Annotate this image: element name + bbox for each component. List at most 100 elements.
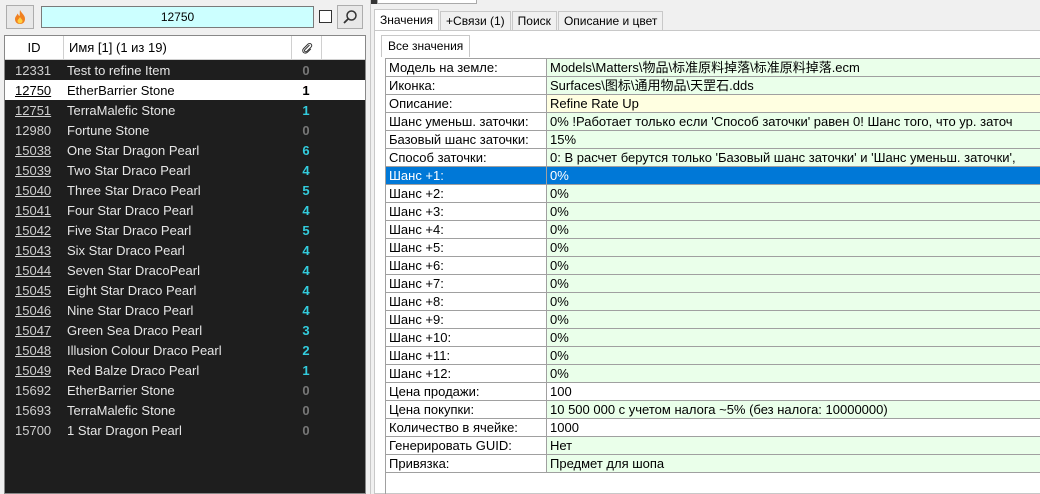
column-id[interactable]: ID [5, 40, 63, 55]
property-value[interactable]: 1000 [547, 419, 1040, 437]
list-item[interactable]: 15693 TerraMalefic Stone 0 [5, 400, 365, 420]
tab-values[interactable]: Значения [374, 9, 440, 31]
property-row[interactable]: Шанс +3: 0% [386, 203, 1040, 221]
list-item[interactable]: 15700 1 Star Dragon Pearl 0 [5, 420, 365, 440]
list-item[interactable]: 15038 One Star Dragon Pearl 6 [5, 140, 365, 160]
list-item[interactable]: 12751 TerraMalefic Stone 1 [5, 100, 365, 120]
property-row[interactable]: Шанс +12: 0% [386, 365, 1040, 383]
property-key: Шанс +6: [386, 257, 547, 275]
property-row[interactable]: Шанс +7: 0% [386, 275, 1040, 293]
item-name: Five Star Draco Pearl [67, 222, 192, 238]
property-row[interactable]: Шанс +11: 0% [386, 347, 1040, 365]
list-item[interactable]: 15046 Nine Star Draco Pearl 4 [5, 300, 365, 320]
search-icon [343, 10, 357, 24]
property-value[interactable]: 0% [547, 311, 1040, 329]
property-key: Шанс +5: [386, 239, 547, 257]
item-id: 12750 [15, 82, 52, 98]
filter-checkbox[interactable] [319, 10, 332, 23]
property-value[interactable]: 0% [547, 347, 1040, 365]
property-value[interactable]: Предмет для шопа [547, 455, 1040, 473]
property-row[interactable]: Генерировать GUID: Нет [386, 437, 1040, 455]
search-button[interactable] [337, 5, 363, 29]
property-value[interactable]: 0% [547, 365, 1040, 383]
list-item[interactable]: 15039 Two Star Draco Pearl 4 [5, 160, 365, 180]
property-row[interactable]: Модель на земле: Models\Matters\物品\标准原料掉落… [386, 59, 1040, 77]
item-id: 15045 [15, 282, 52, 298]
fire-button[interactable] [6, 5, 34, 29]
property-row[interactable]: Шанс +2: 0% [386, 185, 1040, 203]
property-row[interactable]: Шанс +9: 0% [386, 311, 1040, 329]
property-value[interactable]: 0% [547, 293, 1040, 311]
property-value[interactable]: 0% [547, 221, 1040, 239]
list-item[interactable]: 15692 EtherBarrier Stone 0 [5, 380, 365, 400]
property-row[interactable]: Способ заточки: 0: В расчет берутся тольк… [386, 149, 1040, 167]
property-value[interactable]: 100 [547, 383, 1040, 401]
item-link-count: 1 [302, 82, 310, 98]
property-value[interactable]: 0% [547, 167, 1040, 185]
item-name: Nine Star Draco Pearl [67, 302, 194, 318]
property-value[interactable]: 0% [547, 275, 1040, 293]
property-value[interactable]: 0% [547, 239, 1040, 257]
property-value[interactable]: 0% [547, 203, 1040, 221]
list-item[interactable]: 15040 Three Star Draco Pearl 5 [5, 180, 365, 200]
tab-links[interactable]: +Связи (1) [440, 11, 511, 31]
property-row[interactable]: Шанс +1: 0% [386, 167, 1040, 185]
property-row[interactable]: Описание: Refine Rate Up [386, 95, 1040, 113]
property-value[interactable]: 0% [547, 185, 1040, 203]
tab-description[interactable]: Описание и цвет [557, 11, 664, 31]
property-value[interactable]: 15% [547, 131, 1040, 149]
property-value[interactable]: 0% [547, 257, 1040, 275]
item-link-count: 4 [302, 242, 310, 258]
search-input[interactable] [41, 6, 314, 28]
property-row[interactable]: Шанс +4: 0% [386, 221, 1040, 239]
property-row[interactable]: Шанс +10: 0% [386, 329, 1040, 347]
property-value[interactable]: Surfaces\图标\通用物品\天罡石.dds [547, 77, 1040, 95]
tab-search[interactable]: Поиск [511, 11, 557, 31]
property-value[interactable]: Refine Rate Up [547, 95, 1040, 113]
property-key: Цена продажи: [386, 383, 547, 401]
item-name: Four Star Draco Pearl [67, 202, 194, 218]
property-row[interactable]: Иконка: Surfaces\图标\通用物品\天罡石.dds [386, 77, 1040, 95]
left-panel: ID Имя [1] (1 из 19) 12331 Test to refine… [0, 0, 370, 494]
list-item[interactable]: 15045 Eight Star Draco Pearl 4 [5, 280, 365, 300]
property-row[interactable]: Цена покупки: 10 500 000 с учетом налога … [386, 401, 1040, 419]
property-row[interactable]: Шанс +8: 0% [386, 293, 1040, 311]
list-item[interactable]: 12331 Test to refine Item 0 [5, 60, 365, 80]
list-item[interactable]: 15042 Five Star Draco Pearl 5 [5, 220, 365, 240]
item-id: 15038 [15, 142, 52, 158]
property-value[interactable]: 0: В расчет берутся только 'Базовый шанс… [547, 149, 1040, 167]
item-id: 15693 [15, 402, 52, 418]
list-item[interactable]: 15048 Illusion Colour Draco Pearl 2 [5, 340, 365, 360]
list-item[interactable]: 15041 Four Star Draco Pearl 4 [5, 200, 365, 220]
item-name: Three Star Draco Pearl [67, 182, 201, 198]
property-row[interactable]: Шанс +6: 0% [386, 257, 1040, 275]
property-value[interactable]: Нет [547, 437, 1040, 455]
toolbar [0, 0, 370, 34]
list-item[interactable]: 15049 Red Balze Draco Pearl 1 [5, 360, 365, 380]
property-value[interactable]: 10 500 000 с учетом налога ~5% (без нало… [547, 401, 1040, 419]
list-item[interactable]: 15044 Seven Star DracoPearl 4 [5, 260, 365, 280]
subtab-all-values[interactable]: Все значения [381, 35, 471, 57]
item-id: 15047 [15, 322, 52, 338]
list-item[interactable]: 12750 EtherBarrier Stone 1 [5, 80, 365, 100]
property-row[interactable]: Количество в ячейке: 1000 [386, 419, 1040, 437]
property-value[interactable]: 0% [547, 329, 1040, 347]
item-link-count: 1 [302, 362, 310, 378]
property-value[interactable]: 0% !Работает только если 'Способ заточки… [547, 113, 1040, 131]
property-key: Генерировать GUID: [386, 437, 547, 455]
property-row[interactable]: Базовый шанс заточки: 15% [386, 131, 1040, 149]
item-link-count: 4 [302, 162, 310, 178]
column-links[interactable] [291, 36, 321, 59]
list-item[interactable]: 15043 Six Star Draco Pearl 4 [5, 240, 365, 260]
item-id: 12751 [15, 102, 52, 118]
property-row[interactable]: Привязка: Предмет для шопа [386, 455, 1040, 473]
property-row[interactable]: Цена продажи: 100 [386, 383, 1040, 401]
item-link-count: 5 [302, 222, 310, 238]
list-body: 12331 Test to refine Item 0 12750 EtherBarri… [5, 60, 365, 440]
property-value[interactable]: Models\Matters\物品\标准原料掉落\标准原料掉落.ecm [547, 59, 1040, 77]
property-row[interactable]: Шанс +5: 0% [386, 239, 1040, 257]
column-name[interactable]: Имя [1] (1 из 19) [63, 36, 291, 59]
list-item[interactable]: 15047 Green Sea Draco Pearl 3 [5, 320, 365, 340]
list-item[interactable]: 12980 Fortune Stone 0 [5, 120, 365, 140]
property-row[interactable]: Шанс уменьш. заточки: 0% !Работает только… [386, 113, 1040, 131]
